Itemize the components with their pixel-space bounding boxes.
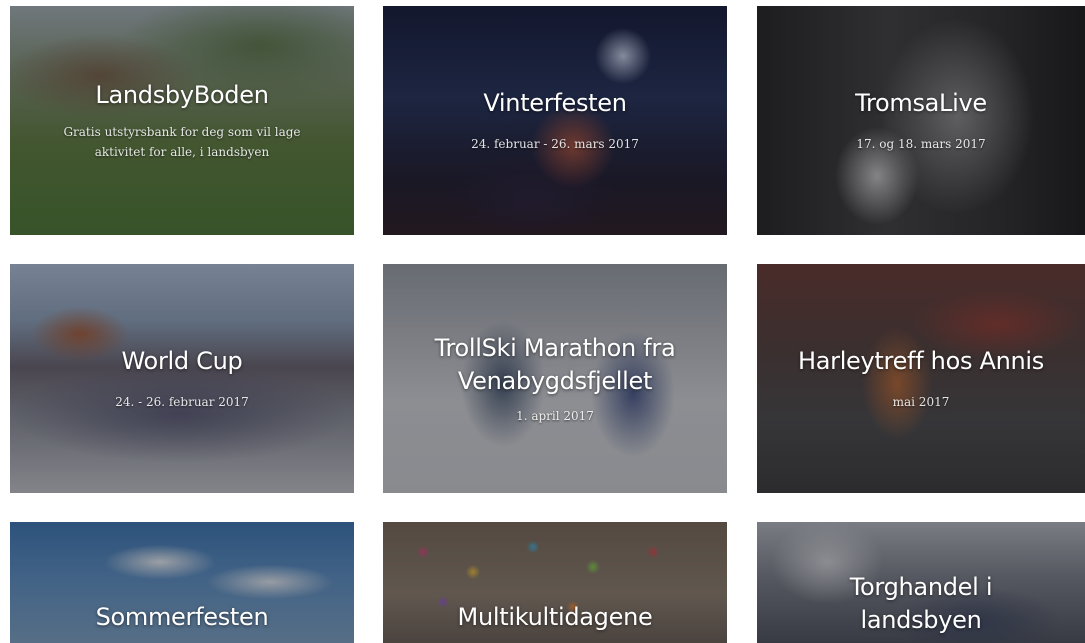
event-card-torghandel[interactable]: Torghandel i landsbyen — [757, 522, 1085, 643]
event-card-vinterfesten[interactable]: Vinterfesten 24. februar - 26. mars 2017 — [383, 6, 727, 235]
event-title: LandsbyBoden — [95, 81, 269, 109]
event-title: Multikultidagene — [457, 603, 653, 631]
event-card-world-cup[interactable]: World Cup 24. - 26. februar 2017 — [10, 264, 354, 493]
event-subtitle: Gratis utstyrsbank for deg som vil lage … — [63, 125, 301, 159]
event-subtitle: 1. april 2017 — [516, 408, 594, 423]
event-subtitle: mai 2017 — [892, 395, 950, 409]
event-card-tromsalive[interactable]: TromsaLive 17. og 18. mars 2017 — [757, 6, 1085, 235]
event-card-landsbyboden[interactable]: LandsbyBoden Gratis utstyrsbank for deg … — [10, 6, 354, 235]
event-subtitle: 24. februar - 26. mars 2017 — [471, 137, 639, 151]
event-title: Sommerfesten — [95, 603, 269, 631]
event-card-sommerfesten[interactable]: Sommerfesten — [10, 522, 354, 643]
event-grid: LandsbyBoden Gratis utstyrsbank for deg … — [0, 0, 1085, 643]
event-title: TrollSki Marathon fra Venabygdsfjellet — [434, 333, 676, 395]
event-title: Vinterfesten — [483, 89, 627, 117]
event-card-harleytreff[interactable]: Harleytreff hos Annis mai 2017 — [757, 264, 1085, 493]
event-title: TromsaLive — [855, 89, 987, 117]
event-card-multikultidagene[interactable]: Multikultidagene — [383, 522, 727, 643]
event-card-trollski-marathon[interactable]: TrollSki Marathon fra Venabygdsfjellet 1… — [383, 264, 727, 493]
event-title: Torghandel i landsbyen — [849, 572, 993, 634]
event-title: Harleytreff hos Annis — [797, 347, 1045, 375]
event-title: World Cup — [121, 347, 243, 375]
event-subtitle: 24. - 26. februar 2017 — [115, 395, 249, 409]
event-subtitle: 17. og 18. mars 2017 — [856, 137, 986, 151]
